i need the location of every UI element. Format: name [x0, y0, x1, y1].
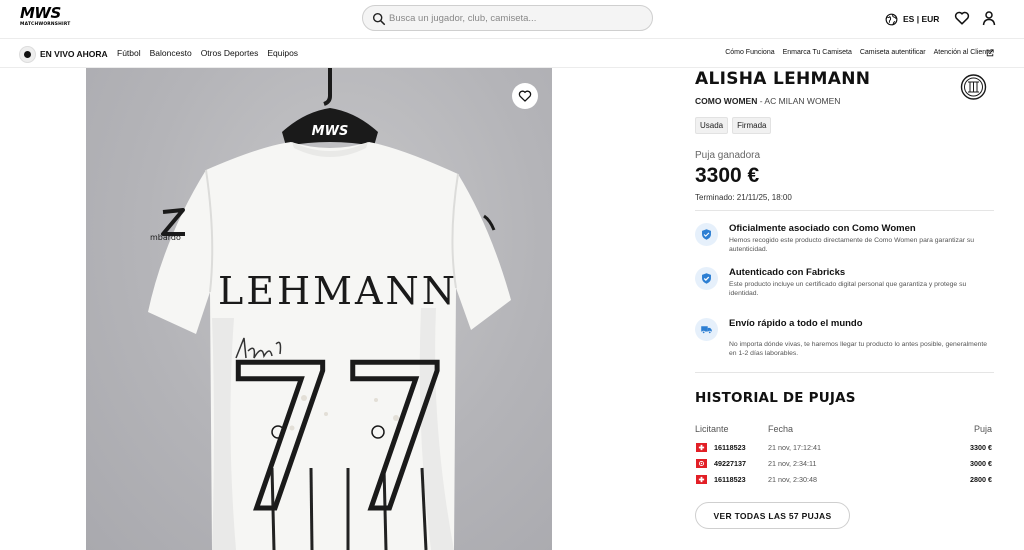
tag-used: Usada [695, 117, 729, 134]
team-line: COMO WOMEN - AC MILAN WOMEN [695, 96, 840, 106]
external-link-icon [986, 49, 994, 57]
feature-description: Este producto incluye un certificado dig… [729, 281, 967, 298]
feature-title: Oficialmente asociado con Como Women [729, 223, 916, 234]
truck-icon [695, 318, 718, 341]
bidder-id: 49227137 [714, 459, 746, 468]
hanger-logo-text: MWS [312, 124, 349, 139]
nav-item-baloncesto[interactable]: Baloncesto [150, 48, 192, 58]
search-bar[interactable] [362, 5, 653, 31]
bid-history-row: 49227137 21 nov, 2:34:11 3000 € [695, 458, 994, 473]
nav-link-como-funciona[interactable]: Cómo Funciona [725, 49, 774, 56]
live-now-link[interactable]: EN VIVO AHORA [19, 45, 108, 63]
tag-signed: Firmada [732, 117, 772, 134]
product-image[interactable]: mbardo MWS LEHMANN 77 [86, 68, 552, 550]
user-account-icon[interactable] [981, 10, 997, 26]
bid-history-row: 16118523 21 nov, 2:30:48 2800 € [695, 474, 994, 489]
bid-history-header: Licitante Fecha Puja [695, 424, 994, 436]
swiss-flag-icon [696, 443, 707, 452]
heart-icon [518, 90, 532, 102]
info-links: Cómo Funciona Enmarca Tu Camiseta Camise… [725, 49, 992, 56]
bidder-id: 16118523 [714, 443, 746, 452]
category-links: Fútbol Baloncesto Otros Deportes Equipos [117, 48, 298, 58]
feature-description: No importa dónde vivas, te haremos llega… [729, 341, 988, 358]
hong-kong-flag-icon [696, 459, 707, 468]
col-bid: Puja [973, 424, 992, 434]
condition-tags: Usada Firmada [695, 117, 772, 134]
bid-history-title: HISTORIAL DE PUJAS [695, 390, 856, 406]
logo-mark: MWS [20, 4, 61, 22]
nav-link-atencion-cliente[interactable]: Atención al Cliente [934, 49, 992, 56]
bid-date: 21 nov, 2:30:48 [768, 475, 818, 484]
locale-label: ES | EUR [903, 14, 940, 24]
feature-title: Autenticado con Fabricks [729, 267, 846, 278]
bid-amount: 2800 € [970, 475, 992, 484]
feature-title: Envío rápido a todo el mundo [729, 318, 863, 329]
bid-date: 21 nov, 2:34:11 [768, 459, 817, 468]
jersey-illustration: mbardo MWS LEHMANN 77 [148, 68, 511, 550]
bidder-id: 16118523 [714, 475, 746, 484]
winning-bid-label: Puja ganadora [695, 150, 761, 161]
globe-icon [885, 13, 898, 25]
check-shield-icon [695, 267, 718, 290]
jersey-number-text: 77 [224, 323, 453, 550]
live-now-label: EN VIVO AHORA [40, 49, 108, 59]
main-nav: EN VIVO AHORA Fútbol Baloncesto Otros De… [0, 38, 1024, 68]
shield-handshake-icon [695, 223, 718, 246]
wishlist-heart-icon[interactable] [954, 10, 970, 26]
team-link[interactable]: COMO WOMEN [695, 96, 757, 106]
nav-item-equipos[interactable]: Equipos [267, 48, 298, 58]
bid-history-row: 16118523 21 nov, 17:12:41 3300 € [695, 442, 994, 457]
divider [695, 372, 994, 373]
search-input[interactable] [389, 9, 644, 27]
bid-date: 21 nov, 17:12:41 [768, 443, 822, 452]
auction-ended-date: Terminado: 21/11/25, 18:00 [695, 193, 792, 202]
sleeve-sponsor-text: mbardo [150, 233, 181, 242]
bid-amount: 3000 € [970, 459, 992, 468]
feature-description: Hemos recogido este producto directament… [729, 237, 975, 254]
site-logo[interactable]: MWS MATCHWORNSHIRT [20, 6, 72, 32]
player-name: ALISHA LEHMANN [695, 69, 871, 89]
view-all-bids-button[interactable]: VER TODAS LAS 57 PUJAS [695, 502, 850, 529]
team-suffix: - AC MILAN WOMEN [757, 96, 841, 106]
swiss-flag-icon [696, 475, 707, 484]
col-date: Fecha [768, 424, 794, 434]
logo-subtext: MATCHWORNSHIRT [20, 22, 71, 27]
winning-bid-price: 3300 € [695, 164, 760, 187]
top-header: MWS MATCHWORNSHIRT ES | EUR [0, 0, 1024, 38]
favorite-button[interactable] [512, 83, 538, 109]
search-icon [372, 12, 386, 26]
bid-amount: 3300 € [970, 443, 992, 452]
nav-item-futbol[interactable]: Fútbol [117, 48, 141, 58]
club-crest-icon [960, 74, 987, 100]
live-dot-icon [19, 45, 36, 63]
nav-link-autentificar[interactable]: Camiseta autentificar [860, 49, 926, 56]
locale-selector[interactable]: ES | EUR [885, 11, 939, 27]
col-bidder: Licitante [695, 424, 729, 434]
nav-link-enmarca[interactable]: Enmarca Tu Camiseta [783, 49, 852, 56]
jersey-name-text: LEHMANN [218, 269, 458, 313]
divider [695, 210, 994, 211]
nav-item-otros-deportes[interactable]: Otros Deportes [201, 48, 259, 58]
